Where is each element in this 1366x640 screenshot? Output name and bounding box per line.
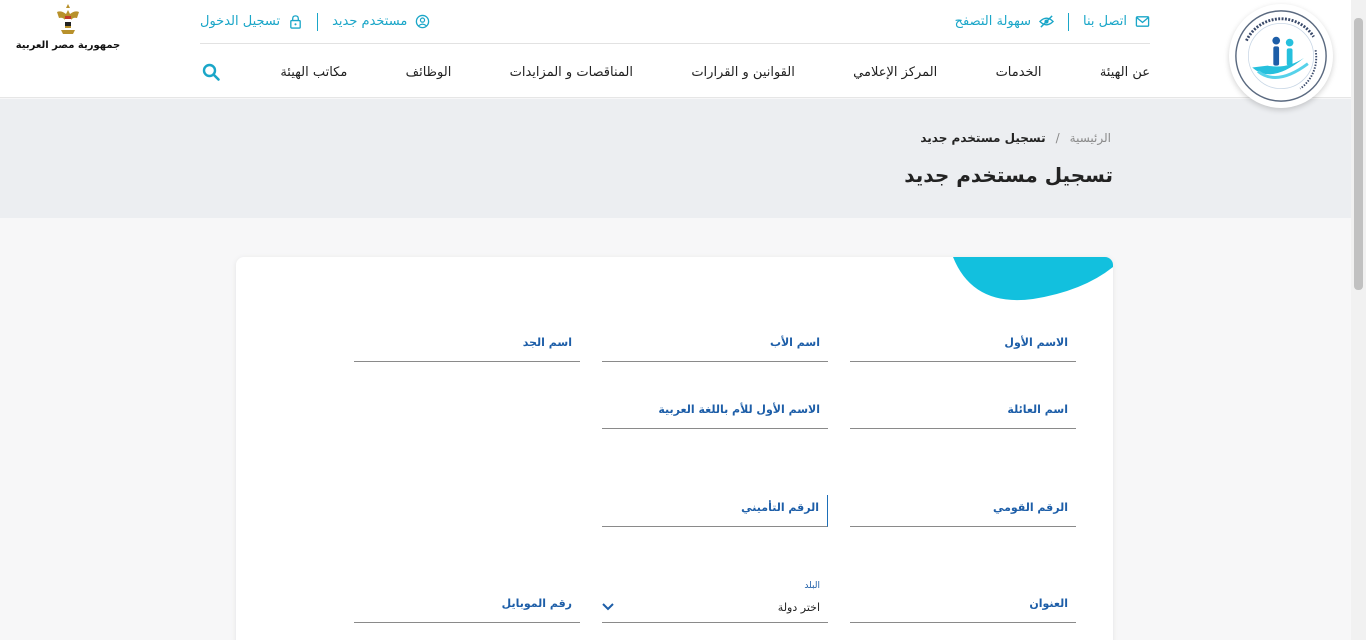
grandfather-name-label: اسم الجد [522, 336, 572, 349]
eye-slash-icon [1039, 15, 1055, 28]
utility-links-right: اتصل بنا سهولة التصفح [954, 12, 1150, 31]
mobile-label: رقم الموبايل [501, 597, 572, 610]
national-id-label: الرقم القومي [992, 501, 1068, 514]
nav-about[interactable]: عن الهيئة [1100, 65, 1150, 80]
utility-bar: اتصل بنا سهولة التصفح مستخدم جديد تسجيل … [200, 0, 1150, 44]
scrollbar-thumb[interactable] [1354, 18, 1363, 290]
nav-offices[interactable]: مكاتب الهيئة [280, 65, 347, 80]
search-icon [202, 63, 220, 81]
grandfather-name-field[interactable]: اسم الجد [354, 330, 580, 362]
family-name-field[interactable]: اسم العائلة [850, 397, 1076, 429]
search-button[interactable] [200, 61, 222, 83]
lock-icon [290, 15, 301, 29]
nosi-logo[interactable] [1229, 4, 1333, 108]
nav-jobs[interactable]: الوظائف [406, 65, 452, 80]
utility-links-left: مستخدم جديد تسجيل الدخول [200, 12, 430, 31]
user-circle-icon [416, 14, 430, 29]
father-name-field[interactable]: اسم الأب [602, 330, 828, 362]
nav-tenders[interactable]: المناقصات و المزايدات [510, 65, 633, 80]
registration-form: الاسم الأول اسم الأب اسم الجد اسم العائل… [236, 257, 1113, 640]
mother-first-name-field[interactable]: الاسم الأول للأم باللغة العربية [602, 397, 828, 429]
insurance-number-label: الرقم التأميني [741, 501, 819, 514]
new-user-link[interactable]: مستخدم جديد [332, 14, 430, 29]
family-name-label: اسم العائلة [1007, 403, 1068, 416]
nav-laws[interactable]: القوانين و القرارات [691, 65, 795, 80]
card-corner-decoration [953, 257, 1113, 301]
nosi-logo-icon [1235, 10, 1327, 102]
country-selected-value: اختر دولة [777, 601, 820, 614]
country-label: البلد [804, 581, 820, 591]
eagle-icon [57, 4, 79, 34]
site-header: جمهورية مصر العربية اتصل بنا سهولة التصف… [0, 0, 1351, 108]
mobile-field[interactable]: رقم الموبايل [354, 591, 580, 623]
breadcrumb-current: تسجيل مستخدم جديد [920, 131, 1046, 145]
page-scrollbar[interactable] [1351, 0, 1366, 640]
father-name-label: اسم الأب [769, 336, 820, 349]
chevron-down-icon [602, 603, 614, 611]
first-name-label: الاسم الأول [1004, 336, 1068, 349]
country-select[interactable]: البلد اختر دولة [602, 581, 828, 623]
breadcrumb-separator: / [1055, 131, 1060, 145]
login-link[interactable]: تسجيل الدخول [200, 14, 303, 29]
new-user-label: مستخدم جديد [332, 14, 408, 29]
breadcrumb-home[interactable]: الرئيسية [1070, 131, 1111, 145]
address-field[interactable]: العنوان [850, 591, 1076, 623]
mother-first-name-label: الاسم الأول للأم باللغة العربية [658, 403, 820, 416]
envelope-icon [1135, 16, 1150, 27]
divider [317, 12, 319, 31]
accessibility-label: سهولة التصفح [954, 14, 1032, 29]
accessibility-link[interactable]: سهولة التصفح [954, 14, 1055, 29]
contact-link[interactable]: اتصل بنا [1083, 14, 1150, 29]
insurance-number-field[interactable]: الرقم التأميني [602, 495, 828, 527]
first-name-field[interactable]: الاسم الأول [850, 330, 1076, 362]
page-heading-band: الرئيسية / تسجيل مستخدم جديد تسجيل مستخد… [0, 99, 1351, 218]
contact-label: اتصل بنا [1083, 14, 1127, 29]
login-label: تسجيل الدخول [200, 14, 281, 29]
page-title: تسجيل مستخدم جديد [904, 163, 1113, 187]
main-navigation: عن الهيئة الخدمات المركز الإعلامي القوان… [200, 56, 1150, 88]
divider [1068, 12, 1070, 31]
national-id-field[interactable]: الرقم القومي [850, 495, 1076, 527]
emblem-caption: جمهورية مصر العربية [15, 40, 121, 51]
breadcrumb: الرئيسية / تسجيل مستخدم جديد [920, 131, 1111, 145]
address-label: العنوان [1029, 597, 1068, 610]
nav-media-center[interactable]: المركز الإعلامي [853, 65, 937, 80]
nav-services[interactable]: الخدمات [996, 65, 1042, 80]
egypt-emblem[interactable]: جمهورية مصر العربية [16, 2, 120, 56]
